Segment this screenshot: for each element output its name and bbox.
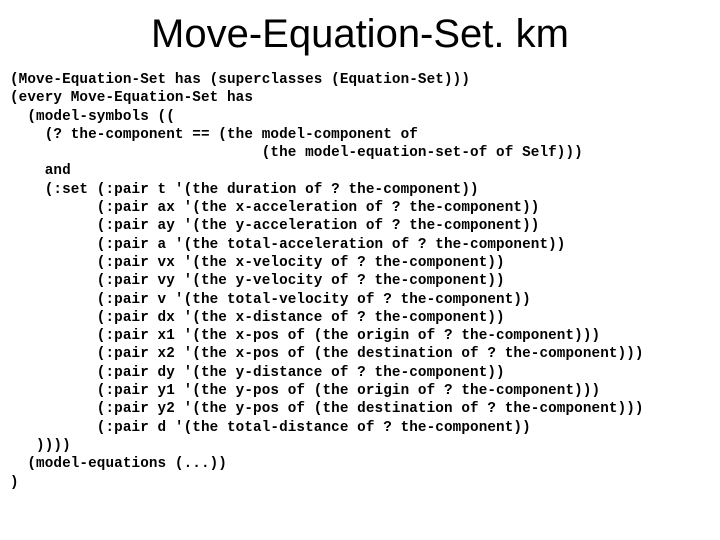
page-title: Move-Equation-Set. km — [10, 12, 710, 57]
slide: Move-Equation-Set. km (Move-Equation-Set… — [0, 0, 720, 540]
code-block: (Move-Equation-Set has (superclasses (Eq… — [10, 71, 710, 492]
